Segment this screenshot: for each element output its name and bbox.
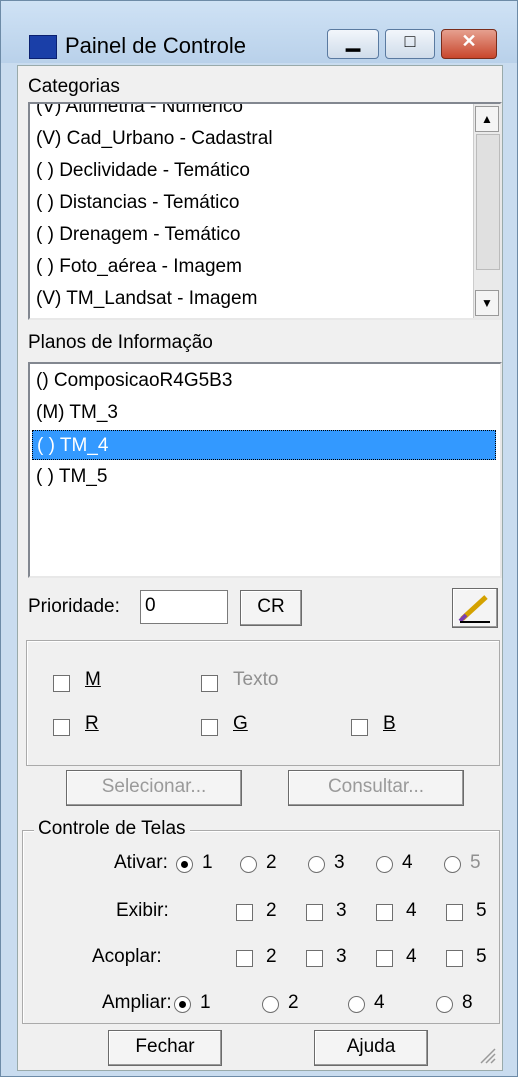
ativar-label: Ativar: [114,852,168,873]
acoplar-checkbox-4[interactable] [376,950,393,967]
ampliar-radio-8[interactable] [436,996,453,1013]
exibir-checkbox-2[interactable] [236,904,253,921]
list-item[interactable]: ( ) TM_5 [36,462,107,492]
ativar-radio-4[interactable] [376,856,393,873]
acoplar-checkbox-5[interactable] [446,950,463,967]
exibir-option-label: 2 [266,900,277,921]
list-item[interactable]: (V) TM_Landsat - Imagem [36,284,257,314]
acoplar-checkbox-2[interactable] [236,950,253,967]
cr-button[interactable]: CR [240,590,302,626]
client-area: Categorias (V) Altimetria - Numérico (V)… [17,65,503,1071]
b-checkbox[interactable] [351,719,368,736]
list-item[interactable]: ( ) Foto_aérea - Imagem [36,252,242,282]
fechar-button[interactable]: Fechar [108,1030,222,1066]
consultar-button[interactable]: Consultar... [288,770,464,806]
b-label: B [383,713,396,734]
maximize-icon: □ [404,31,416,51]
list-item[interactable]: (V) Altimetria - Numérico [36,104,243,122]
categorias-label: Categorias [28,76,120,97]
ativar-option-label: 5 [470,852,481,873]
maximize-button[interactable]: □ [385,29,435,59]
resize-grip-icon[interactable] [476,1044,496,1064]
telas-title: Controle de Telas [34,818,190,840]
list-item[interactable]: ( ) Distancias - Temático [36,188,239,218]
acoplar-option-label: 3 [336,946,347,967]
list-item[interactable]: (M) TM_3 [36,398,118,428]
edit-button[interactable] [452,588,498,628]
window-title: Painel de Controle [65,33,247,58]
ampliar-option-label: 1 [200,992,211,1013]
ativar-radio-3[interactable] [308,856,325,873]
g-label: G [233,713,248,734]
acoplar-option-label: 2 [266,946,277,967]
list-item[interactable]: ( ) Declividade - Temático [36,156,250,186]
telas-group [22,830,500,1024]
acoplar-label: Acoplar: [92,946,162,967]
close-icon: ✕ [461,31,477,51]
selecionar-button[interactable]: Selecionar... [66,770,242,806]
ativar-option-label: 3 [334,852,345,873]
prioridade-label: Prioridade: [28,596,120,617]
pencil-icon [458,595,490,623]
exibir-checkbox-3[interactable] [306,904,323,921]
title-bar[interactable]: Painel de Controle ▁ □ ✕ [1,1,517,63]
scroll-thumb[interactable] [476,134,500,270]
acoplar-option-label: 5 [476,946,487,967]
ampliar-label: Ampliar: [102,992,172,1013]
ativar-radio-2[interactable] [240,856,257,873]
ampliar-radio-2[interactable] [262,996,279,1013]
m-checkbox[interactable] [53,675,70,692]
ativar-radio-1[interactable] [176,856,193,873]
texto-label: Texto [233,669,279,690]
exibir-option-label: 3 [336,900,347,921]
ampliar-option-label: 2 [288,992,299,1013]
texto-checkbox[interactable] [201,675,218,692]
list-item-selected[interactable]: ( ) TM_4 [32,430,496,460]
m-label: M [85,669,101,690]
close-button[interactable]: ✕ [441,29,497,59]
window: Painel de Controle ▁ □ ✕ Categorias (V) … [0,0,518,1077]
exibir-checkbox-4[interactable] [376,904,393,921]
ampliar-option-label: 4 [374,992,385,1013]
list-item[interactable]: (V) Cad_Urbano - Cadastral [36,124,273,154]
g-checkbox[interactable] [201,719,218,736]
ativar-option-label: 4 [402,852,413,873]
categorias-list[interactable]: (V) Altimetria - Numérico (V) Cad_Urbano… [28,102,502,320]
exibir-option-label: 5 [476,900,487,921]
planos-label: Planos de Informação [28,332,213,353]
acoplar-option-label: 4 [406,946,417,967]
list-item[interactable]: () ComposicaoR4G5B3 [36,366,232,396]
app-icon [29,35,57,59]
minimize-button[interactable]: ▁ [327,29,379,59]
ampliar-option-label: 8 [462,992,473,1013]
prioridade-input[interactable]: 0 [140,590,228,624]
list-item[interactable]: ( ) Drenagem - Temático [36,220,241,250]
bands-group: M Texto R G B [26,640,500,766]
acoplar-checkbox-3[interactable] [306,950,323,967]
ajuda-button[interactable]: Ajuda [314,1030,428,1066]
r-label: R [85,713,99,734]
ativar-option-label: 2 [266,852,277,873]
ampliar-radio-1[interactable] [174,996,191,1013]
categorias-scrollbar[interactable]: ▲ ▼ [473,104,500,318]
exibir-checkbox-5[interactable] [446,904,463,921]
ampliar-radio-4[interactable] [348,996,365,1013]
scroll-up-icon[interactable]: ▲ [475,106,499,132]
planos-list[interactable]: () ComposicaoR4G5B3 (M) TM_3 ( ) TM_4 ( … [28,362,502,578]
r-checkbox[interactable] [53,719,70,736]
exibir-label: Exibir: [116,900,169,921]
ativar-radio-5[interactable] [444,856,461,873]
minimize-icon: ▁ [346,31,360,51]
ativar-option-label: 1 [202,852,213,873]
exibir-option-label: 4 [406,900,417,921]
scroll-down-icon[interactable]: ▼ [475,290,499,316]
